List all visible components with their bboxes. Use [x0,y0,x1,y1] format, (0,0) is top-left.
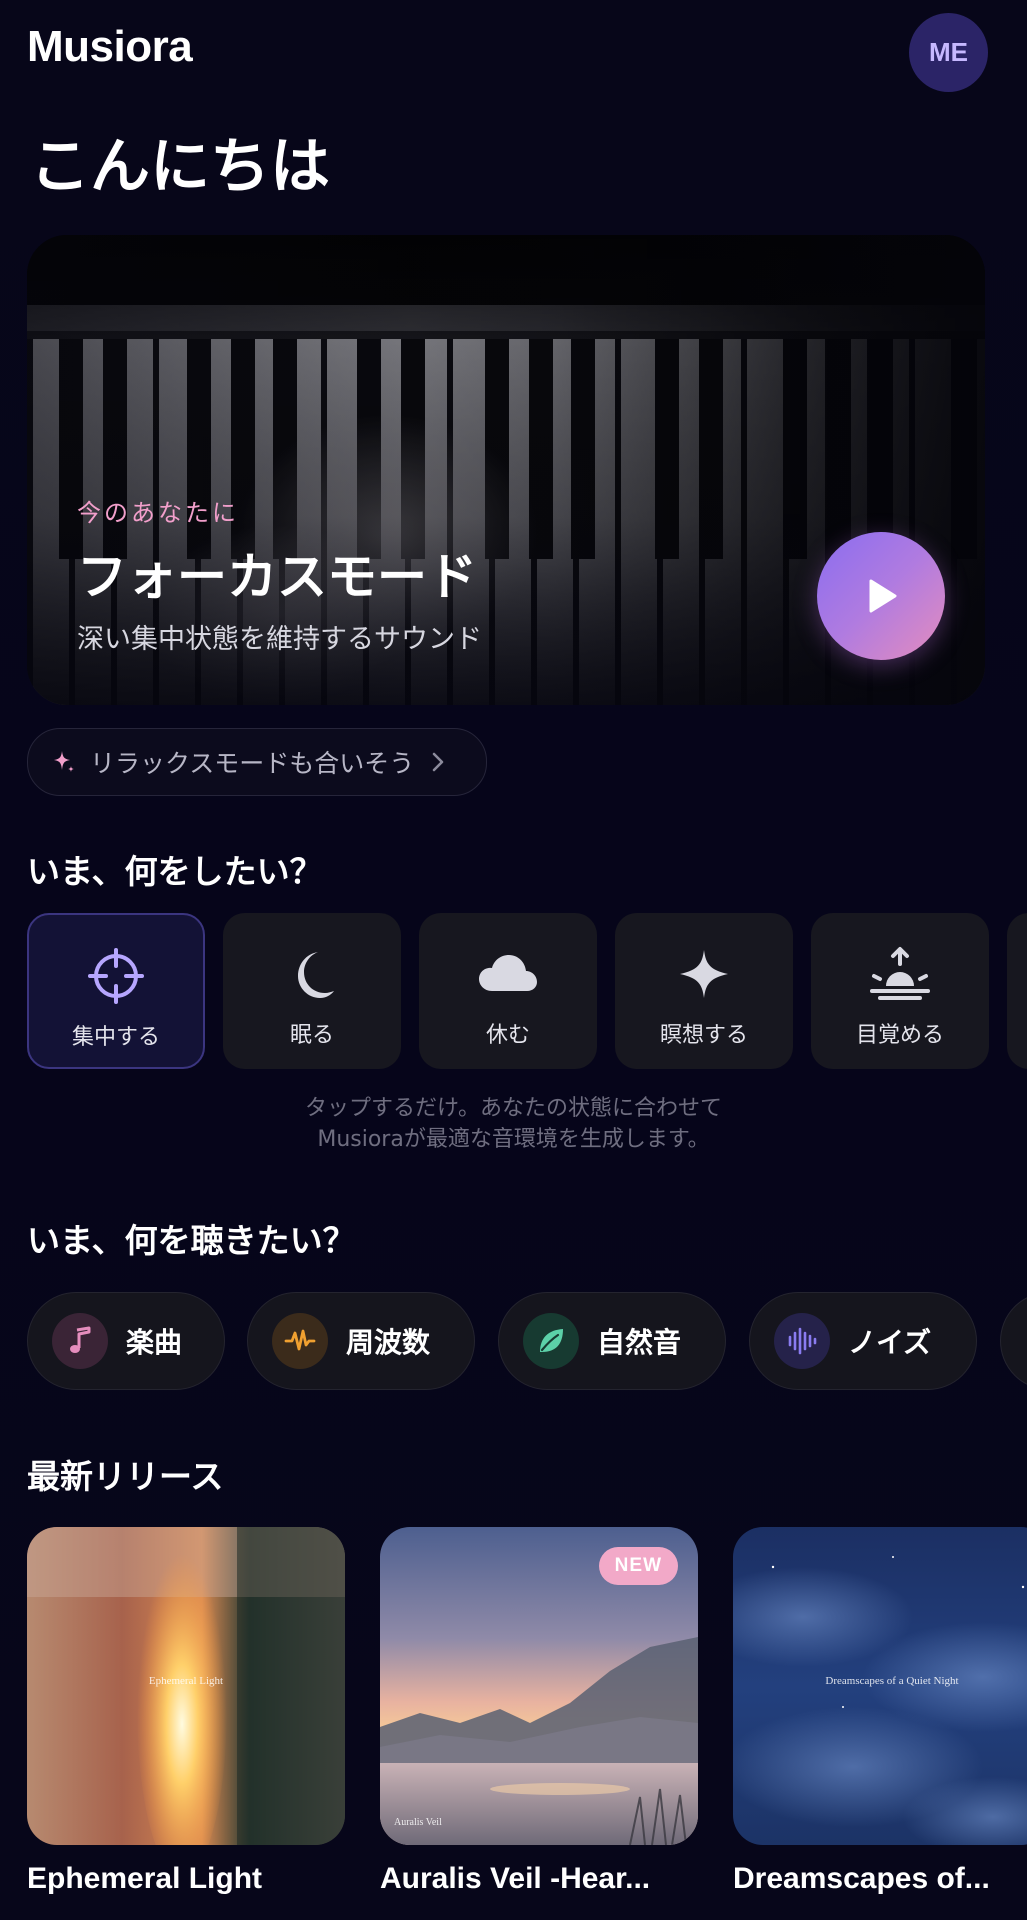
mood-tile-label: 瞑想する [659,1023,748,1048]
mood-tile-label: 眠る [289,1023,334,1048]
album-cover-text: Auralis Veil [394,1817,442,1828]
release-title[interactable]: Auralis Veil -Hear... [380,1862,650,1896]
category-pill-nature[interactable]: 自然音 [498,1292,726,1390]
mood-tile-wake[interactable]: 目覚める [811,913,989,1069]
mood-tile-focus[interactable]: 集中する [27,913,205,1069]
category-pill-label: ノイズ [848,1326,932,1359]
hero-subtitle: 深い集中状態を維持するサウンド [77,624,482,655]
app-logo: Musiora [27,22,193,71]
mood-tile-label: 休む [485,1023,530,1048]
release-title[interactable]: Dreamscapes of... [733,1862,990,1896]
category-pill-noise[interactable]: ノイズ [749,1292,977,1390]
category-pill-label: 楽曲 [126,1326,183,1359]
hero-card[interactable]: 今のあなたに フォーカスモード 深い集中状態を維持するサウンド [27,235,985,705]
cloud-icon [479,955,537,991]
release-title[interactable]: Ephemeral Light [27,1862,262,1896]
mood-tile-sleep[interactable]: 眠る [223,913,401,1069]
sparkle-icon [54,751,74,772]
release-card-ephemeral-light[interactable]: Ephemeral Light [27,1527,345,1845]
category-pill-more[interactable] [1000,1292,1027,1390]
sunrise-icon [870,947,930,1000]
mood-section-heading: いま、何をしたい？ [27,852,323,891]
releases-section-heading: 最新リリース [27,1457,224,1496]
moon-icon [298,952,334,998]
mood-caption-line1: タップするだけ。あなたの状態に合わせて [305,1096,722,1121]
new-badge: NEW [598,1547,678,1585]
sound-bars-icon [788,1327,817,1355]
mood-tile-label: 目覚める [855,1023,944,1048]
mood-tile-label: 集中する [71,1025,160,1050]
music-note-icon [70,1326,91,1353]
release-card-dreamscapes[interactable]: Dreamscapes of a Quiet Night [733,1527,1027,1845]
avatar[interactable]: ME [909,13,988,92]
release-card-auralis-veil[interactable]: Auralis Veil NEW [380,1527,698,1845]
category-pill-frequency[interactable]: 周波数 [247,1292,475,1390]
listen-section-heading: いま、何を聴きたい？ [27,1221,356,1260]
album-cover-text: Ephemeral Light [148,1675,224,1687]
sparkle-icon [680,950,728,998]
mood-caption-line2: Musioraが最適な音環境を生成します。 [317,1127,710,1152]
mood-tile-more[interactable] [1007,913,1027,1069]
home-screen: Musiora ME こんにちは 今のあなたに フォーカスモード 深い集中状態を… [0,0,1027,1920]
leaf-icon [540,1329,563,1352]
play-icon [869,579,897,613]
play-button[interactable] [817,532,945,660]
chevron-right-icon [433,752,444,772]
mode-suggestion-chip[interactable]: リラックスモードも合いそう [27,728,487,796]
mood-tile-meditate[interactable]: 瞑想する [615,913,793,1069]
category-pill-tracks[interactable]: 楽曲 [27,1292,225,1390]
greeting-title: こんにちは [30,132,330,202]
category-pill-label: 周波数 [346,1326,431,1359]
mood-tile-rest[interactable]: 休む [419,913,597,1069]
hero-kicker: 今のあなたに [77,499,239,527]
crosshair-icon [88,948,144,1004]
category-pill-label: 自然音 [597,1326,682,1359]
suggestion-label: リラックスモードも合いそう [90,749,415,778]
waveform-icon [284,1329,316,1351]
album-cover-text: Dreamscapes of a Quiet Night [825,1675,959,1687]
hero-title: フォーカスモード [77,548,477,606]
